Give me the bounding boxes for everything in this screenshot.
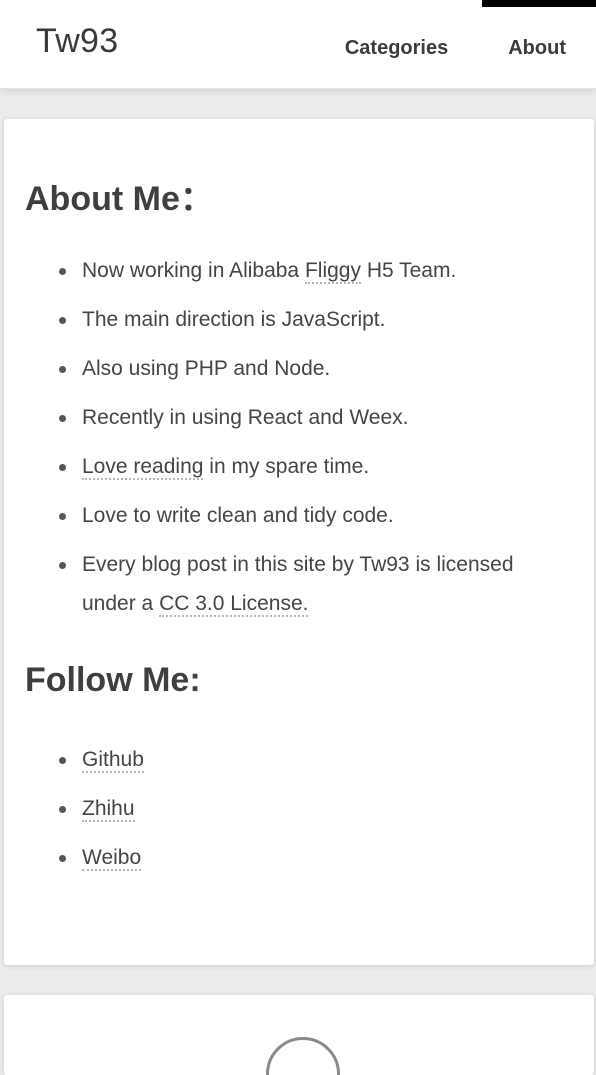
item-text: Now working in Alibaba <box>82 259 305 282</box>
list-item: Now working in Alibaba Fliggy H5 Team. <box>4 251 564 290</box>
item-text: in my spare time. <box>203 455 370 478</box>
list-item: The main direction is JavaScript. <box>4 300 564 339</box>
list-item: Weibo <box>4 838 564 877</box>
list-item: Github <box>4 740 564 779</box>
nav-about[interactable]: About <box>508 37 566 60</box>
about-card: About Me： Now working in Alibaba Fliggy … <box>4 119 594 965</box>
list-item: Love to write clean and tidy code. <box>4 496 564 535</box>
github-link[interactable]: Github <box>82 748 144 773</box>
list-item: Also using PHP and Node. <box>4 349 564 388</box>
about-title: About Me： <box>25 180 214 218</box>
active-nav-indicator <box>482 0 596 7</box>
list-item: Love reading in my spare time. <box>4 447 564 486</box>
main-nav: Categories About <box>345 37 566 60</box>
avatar[interactable] <box>266 1037 340 1075</box>
love-reading-link[interactable]: Love reading <box>82 455 204 480</box>
site-header: Tw93 Categories About <box>0 0 596 89</box>
weibo-link[interactable]: Weibo <box>82 846 142 871</box>
follow-title: Follow Me: <box>25 661 201 699</box>
zhihu-link[interactable]: Zhihu <box>82 797 135 822</box>
license-link[interactable]: CC 3.0 License. <box>159 592 309 617</box>
nav-categories[interactable]: Categories <box>345 37 448 60</box>
list-item: Every blog post in this site by Tw93 is … <box>4 545 564 623</box>
site-brand-link[interactable]: Tw93 <box>36 22 118 61</box>
follow-list: Github Zhihu Weibo <box>4 740 564 887</box>
profile-card <box>4 995 594 1075</box>
list-item: Zhihu <box>4 789 564 828</box>
list-item: Recently in using React and Weex. <box>4 398 564 437</box>
fliggy-link[interactable]: Fliggy <box>304 259 361 284</box>
item-text: H5 Team. <box>360 259 457 282</box>
about-list: Now working in Alibaba Fliggy H5 Team. T… <box>4 251 564 633</box>
